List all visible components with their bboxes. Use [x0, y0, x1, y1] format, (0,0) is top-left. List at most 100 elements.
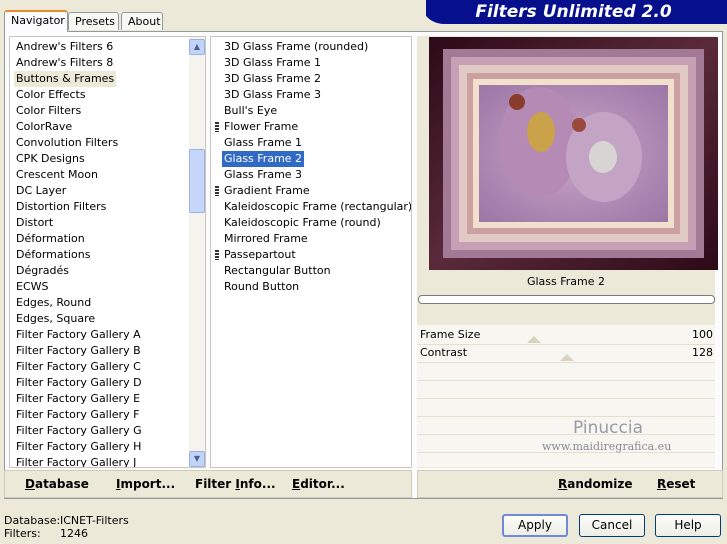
filter-item-label: Glass Frame 3: [224, 168, 303, 181]
chevron-up-icon[interactable]: ▲: [189, 39, 205, 55]
param-contrast[interactable]: Contrast 128: [417, 344, 715, 363]
filter-item[interactable]: Kaleidoscopic Frame (round): [215, 215, 405, 231]
chevron-down-icon[interactable]: ▼: [189, 451, 205, 467]
category-item[interactable]: Andrew's Filters 8: [14, 55, 115, 71]
preset-group-icon: [215, 186, 219, 196]
category-item[interactable]: Filter Factory Gallery B: [14, 343, 143, 359]
tab-presets[interactable]: Presets: [68, 12, 119, 30]
tab-about[interactable]: About: [121, 12, 163, 30]
filter-item[interactable]: Mirrored Frame: [215, 231, 405, 247]
filter-item[interactable]: 3D Glass Frame 1: [215, 55, 405, 71]
frame-size-slider-thumb[interactable]: [527, 336, 541, 343]
database-button[interactable]: Database: [25, 477, 89, 491]
param-frame-size[interactable]: Frame Size 100: [417, 326, 715, 345]
filter-item-label: Flower Frame: [224, 120, 299, 133]
filter-item-label: 3D Glass Frame (rounded): [224, 40, 369, 53]
param-frame-size-label: Frame Size: [420, 328, 481, 341]
tab-navigator[interactable]: Navigator: [4, 10, 68, 32]
filter-item-label: 3D Glass Frame 1: [224, 56, 322, 69]
category-item[interactable]: Distortion Filters: [14, 199, 108, 215]
randomize-button[interactable]: Randomize: [558, 477, 632, 491]
category-item[interactable]: Edges, Round: [14, 295, 93, 311]
filter-item-label: 3D Glass Frame 3: [224, 88, 322, 101]
filter-list[interactable]: 3D Glass Frame (rounded) 3D Glass Frame 1…: [210, 36, 412, 468]
contrast-slider-thumb[interactable]: [560, 354, 574, 361]
watermark-url: www.maidiregrafica.eu: [542, 440, 672, 453]
preview-filter-name: Glass Frame 2: [526, 275, 606, 288]
editor-button[interactable]: Editor...: [292, 477, 345, 491]
param-contrast-value: 128: [692, 346, 713, 359]
filter-item[interactable]: Bull's Eye: [215, 103, 405, 119]
category-scroll-thumb[interactable]: [189, 149, 205, 213]
category-item[interactable]: ColorRave: [14, 119, 74, 135]
filter-item[interactable]: Gradient Frame: [215, 183, 405, 199]
status-database-value: ICNET-Filters: [60, 514, 129, 527]
category-item[interactable]: Filter Factory Gallery A: [14, 327, 143, 343]
category-item[interactable]: Crescent Moon: [14, 167, 100, 183]
category-item[interactable]: Filter Factory Gallery E: [14, 391, 142, 407]
filter-item-label: Glass Frame 2: [222, 151, 305, 167]
category-item[interactable]: Edges, Square: [14, 311, 97, 327]
filter-item[interactable]: Flower Frame: [215, 119, 405, 135]
app-title: Filters Unlimited 2.0: [475, 2, 672, 22]
filter-item[interactable]: Glass Frame 2: [215, 151, 405, 167]
filter-item[interactable]: Round Button: [215, 279, 405, 295]
category-item[interactable]: Andrew's Filters 6: [14, 39, 115, 55]
param-row-empty: [417, 362, 715, 381]
right-command-bar: Randomize Reset: [417, 470, 723, 498]
category-item[interactable]: Distort: [14, 215, 55, 231]
category-item[interactable]: CPK Designs: [14, 151, 87, 167]
left-command-bar: Database Import... Filter Info... Editor…: [4, 470, 412, 498]
watermark-name: Pinuccia: [573, 418, 643, 438]
import-button[interactable]: Import...: [116, 477, 175, 491]
filter-item[interactable]: Rectangular Button: [215, 263, 405, 279]
status-database-label: Database:: [4, 514, 61, 527]
param-row-empty: [417, 416, 715, 435]
filter-item-label: Gradient Frame: [224, 184, 310, 197]
category-item[interactable]: Color Effects: [14, 87, 88, 103]
category-item[interactable]: Filter Factory Gallery G: [14, 423, 144, 439]
filter-item[interactable]: Kaleidoscopic Frame (rectangular): [215, 199, 411, 215]
category-item[interactable]: DC Layer: [14, 183, 68, 199]
category-item[interactable]: Color Filters: [14, 103, 83, 119]
category-item[interactable]: ECWS: [14, 279, 51, 295]
preset-group-icon: [215, 250, 219, 260]
param-frame-size-value: 100: [692, 328, 713, 341]
category-item[interactable]: Buttons & Frames: [14, 71, 117, 87]
category-item[interactable]: Convolution Filters: [14, 135, 120, 151]
filter-item[interactable]: 3D Glass Frame 3: [215, 87, 405, 103]
param-row-empty: [417, 380, 715, 399]
category-list[interactable]: Andrew's Filters 6 Andrew's Filters 8 Butt…: [9, 36, 206, 468]
tab-presets-label: Presets: [75, 15, 116, 28]
filter-item-label: Kaleidoscopic Frame (rectangular): [224, 200, 412, 213]
param-row-empty: [417, 398, 715, 417]
status-filters-value: 1246: [60, 527, 88, 540]
category-item[interactable]: Déformations: [14, 247, 92, 263]
help-button[interactable]: Help: [655, 514, 721, 537]
category-item[interactable]: Filter Factory Gallery F: [14, 407, 141, 423]
filter-item[interactable]: Glass Frame 1: [215, 135, 405, 151]
status-filters-label: Filters:: [4, 527, 41, 540]
preview-image: [429, 37, 718, 270]
filter-item[interactable]: Glass Frame 3: [215, 167, 405, 183]
category-item[interactable]: Filter Factory Gallery D: [14, 375, 144, 391]
reset-button[interactable]: Reset: [657, 477, 695, 491]
category-item[interactable]: Filter Factory Gallery J: [14, 455, 138, 467]
apply-button[interactable]: Apply: [502, 514, 568, 537]
preset-group-icon: [215, 122, 219, 132]
filter-item[interactable]: 3D Glass Frame 2: [215, 71, 405, 87]
cancel-button[interactable]: Cancel: [579, 514, 645, 537]
filter-item-label: Glass Frame 1: [224, 136, 303, 149]
preview-artwork: [429, 37, 718, 270]
tab-about-label: About: [128, 15, 161, 28]
filter-info-button[interactable]: Filter Info...: [195, 477, 276, 491]
param-contrast-label: Contrast: [420, 346, 468, 359]
category-item[interactable]: Filter Factory Gallery C: [14, 359, 143, 375]
filter-item-label: Mirrored Frame: [224, 232, 308, 245]
category-item[interactable]: Filter Factory Gallery H: [14, 439, 143, 455]
category-item[interactable]: Déformation: [14, 231, 87, 247]
filter-item[interactable]: 3D Glass Frame (rounded): [215, 39, 405, 55]
filter-item[interactable]: Passepartout: [215, 247, 405, 263]
category-scrollbar[interactable]: ▲ ▼: [189, 37, 205, 467]
category-item[interactable]: Dégradés: [14, 263, 71, 279]
